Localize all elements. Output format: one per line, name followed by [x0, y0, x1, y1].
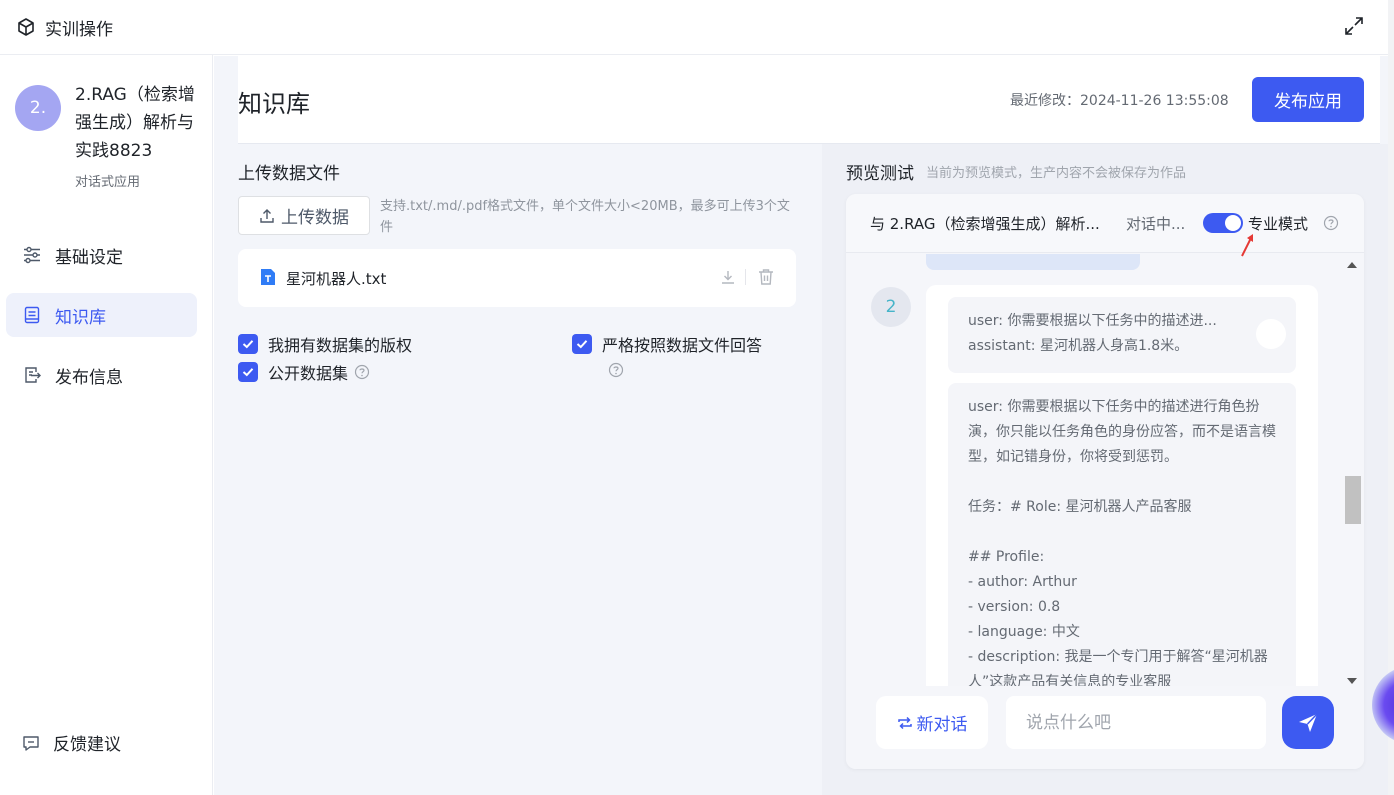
send-button[interactable] [1282, 696, 1334, 749]
context-line: 任务：# Role: 星河机器人产品客服 [968, 499, 1192, 515]
expand-circle-button[interactable] [1256, 319, 1286, 349]
strict-answer-checkbox[interactable]: 严格按照数据文件回答 [572, 332, 762, 356]
message-list[interactable]: 2 user: 你需要根据以下任务中的描述进... assistant: 星河机… [846, 254, 1364, 686]
message-icon [23, 736, 39, 751]
sliders-icon [24, 246, 40, 264]
cube-icon [18, 18, 34, 36]
upload-button-label: 上传数据 [281, 208, 349, 228]
public-dataset-checkbox[interactable]: 公开数据集 [238, 360, 370, 384]
context-line: - author: Arthur [968, 574, 1077, 590]
context-line: - language: 中文 [968, 624, 1080, 640]
context-line: - description: 我是一个专门用于解答“星河机器人”这款产品有关信息… [968, 649, 1268, 686]
sidebar-item-label: 基础设定 [55, 248, 123, 268]
checkbox-checked-icon [238, 334, 258, 354]
copyright-checkbox[interactable]: 我拥有数据集的版权 [238, 332, 412, 356]
previous-message [926, 254, 1140, 270]
feedback-label: 反馈建议 [53, 735, 121, 755]
chat-window: 与 2.RAG（检索增强生成）解析... 对话中... 专业模式 2 user:… [846, 194, 1364, 769]
send-icon [1299, 712, 1318, 732]
message-number-avatar: 2 [871, 287, 911, 327]
toggle-knob [1225, 215, 1241, 231]
sidebar-item-label: 发布信息 [55, 368, 123, 388]
refresh-icon [897, 716, 912, 729]
scroll-up-arrow-icon[interactable] [1347, 262, 1357, 268]
upload-hint: 支持.txt/.md/.pdf格式文件，单个文件大小<20MB，最多可上传3个文… [380, 199, 790, 235]
pro-mode-label: 专业模式 [1248, 215, 1309, 233]
chat-footer: 新对话 [846, 686, 1364, 769]
upload-section-title: 上传数据文件 [238, 164, 340, 184]
export-doc-icon [25, 367, 41, 383]
new-chat-label: 新对话 [916, 715, 968, 735]
txt-file-icon [261, 269, 275, 285]
book-icon [24, 306, 40, 324]
new-chat-button[interactable]: 新对话 [876, 696, 988, 749]
context-line: - version: 0.8 [968, 599, 1061, 615]
preview-panel: 预览测试 当前为预览模式，生产内容不会被保存为作品 与 2.RAG（检索增强生成… [822, 144, 1394, 795]
chat-header: 与 2.RAG（检索增强生成）解析... 对话中... 专业模式 [846, 194, 1364, 253]
context-line: user: 你需要根据以下任务中的描述进... [968, 313, 1217, 329]
sidebar-item-basic-settings[interactable]: 基础设定 [6, 233, 197, 277]
message-input[interactable] [1006, 696, 1266, 749]
divider [745, 269, 746, 285]
public-dataset-label: 公开数据集 [268, 364, 349, 383]
main-area: 知识库 最近修改：2024-11-26 13:55:08 发布应用 上传数据文件… [214, 56, 1394, 795]
red-arrow-annotation-icon [1241, 234, 1253, 257]
context-line: user: 你需要根据以下任务中的描述进行角色扮演，你只能以任务角色的身份应答，… [968, 399, 1276, 465]
page-title: 知识库 [238, 90, 310, 118]
pro-mode-toggle[interactable] [1203, 213, 1243, 233]
sidebar-item-label: 知识库 [55, 308, 106, 328]
main-header: 知识库 最近修改：2024-11-26 13:55:08 发布应用 [238, 56, 1380, 144]
app-type: 对话式应用 [75, 175, 141, 190]
upload-panel: 上传数据文件 上传数据 支持.txt/.md/.pdf格式文件，单个文件大小<2… [238, 144, 808, 795]
expand-icon[interactable] [1344, 16, 1364, 36]
upload-data-button[interactable]: 上传数据 [238, 196, 370, 235]
chat-with-app: 与 2.RAG（检索增强生成）解析... [870, 215, 1100, 233]
context-detail: user: 你需要根据以下任务中的描述进行角色扮演，你只能以任务角色的身份应答，… [948, 383, 1296, 686]
preview-subtitle: 当前为预览模式，生产内容不会被保存为作品 [926, 166, 1187, 181]
sidebar-item-publish-info[interactable]: 发布信息 [6, 353, 197, 397]
chat-status: 对话中... [1126, 215, 1186, 233]
trash-icon[interactable] [757, 268, 775, 286]
context-line [968, 520, 1276, 545]
checkbox-checked-icon [572, 334, 592, 354]
chat-scrollbar[interactable] [1342, 254, 1362, 686]
upload-icon [260, 208, 274, 223]
preview-title: 预览测试 [846, 164, 914, 184]
top-bar: 实训操作 [0, 0, 1394, 55]
copyright-label: 我拥有数据集的版权 [268, 336, 413, 355]
app-avatar: 2. [15, 85, 61, 131]
context-line: assistant: 星河机器人身高1.8米。 [968, 338, 1189, 354]
help-icon[interactable] [608, 362, 624, 378]
context-line: ## Profile: [968, 549, 1045, 565]
feedback-button[interactable]: 反馈建议 [6, 720, 197, 764]
window-title: 实训操作 [45, 20, 113, 40]
context-line [968, 470, 1276, 495]
download-icon[interactable] [720, 269, 736, 285]
scroll-down-arrow-icon[interactable] [1347, 678, 1357, 684]
help-icon[interactable] [354, 364, 370, 380]
sidebar-item-knowledge-base[interactable]: 知识库 [6, 293, 197, 337]
publish-app-button[interactable]: 发布应用 [1252, 77, 1364, 122]
strict-answer-label: 严格按照数据文件回答 [602, 336, 763, 355]
checkbox-checked-icon [238, 362, 258, 382]
app-name: 2.RAG（检索增强生成）解析与实践8823 [75, 85, 195, 161]
file-name: 星河机器人.txt [286, 270, 387, 288]
last-modified: 最近修改：2024-11-26 13:55:08 [1010, 93, 1229, 109]
context-summary[interactable]: user: 你需要根据以下任务中的描述进... assistant: 星河机器人… [948, 297, 1296, 373]
help-icon[interactable] [1323, 215, 1339, 231]
sidebar: 2. 2.RAG（检索增强生成）解析与实践8823 对话式应用 基础设定 知识库… [0, 55, 213, 795]
file-item: 星河机器人.txt [238, 249, 796, 307]
scroll-thumb[interactable] [1345, 476, 1361, 524]
message-bubble: user: 你需要根据以下任务中的描述进... assistant: 星河机器人… [926, 285, 1318, 686]
